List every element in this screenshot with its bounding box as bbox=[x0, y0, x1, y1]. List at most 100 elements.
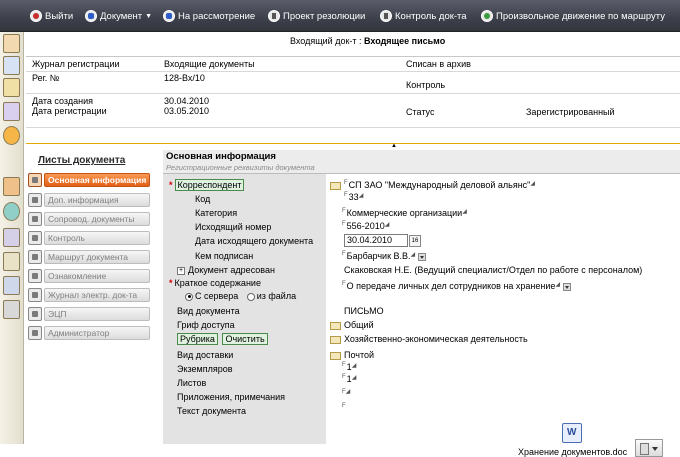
summary-field[interactable]: FО передаче личных дел сотрудников на хр… bbox=[342, 281, 572, 291]
radio-from-server-label: С сервера bbox=[195, 291, 239, 301]
mail-module-icon[interactable] bbox=[3, 177, 20, 196]
word-document-icon[interactable] bbox=[562, 423, 582, 443]
radio-checked-icon bbox=[185, 292, 193, 301]
journal-value: Входящие документы bbox=[164, 59, 255, 69]
control-icon bbox=[380, 10, 392, 22]
correspondent-label[interactable]: * Корреспондент bbox=[169, 179, 245, 191]
category-field[interactable]: FКоммерческие организации◢ bbox=[342, 208, 468, 218]
code-field[interactable]: F33◢ bbox=[344, 192, 364, 202]
out-date-label: Дата исходящего документа bbox=[195, 236, 314, 246]
sheet-tab-e-log[interactable]: Журнал электр. док-та bbox=[28, 287, 156, 302]
sheet-tab-admin[interactable]: Администратор bbox=[28, 325, 156, 340]
out-date-field[interactable]: 30.04.2010 16 bbox=[344, 234, 421, 247]
module-icon-strip bbox=[0, 32, 24, 444]
registered-value: 03.05.2010 bbox=[164, 106, 210, 116]
sheet-tab-label: Сопровод. документы bbox=[44, 211, 150, 226]
addressed-label-text: Документ адресован bbox=[188, 265, 275, 275]
category-value: Коммерческие организации bbox=[346, 208, 463, 218]
radio-from-file[interactable]: из файла bbox=[246, 291, 296, 301]
document-title-prefix: Входящий док-т : bbox=[290, 36, 362, 46]
signature-icon bbox=[28, 306, 42, 321]
signed-field[interactable]: FБарбарчик В.В.◢ bbox=[342, 251, 427, 261]
rubric-field[interactable]: Хозяйственно-экономическая деятельность bbox=[330, 334, 528, 344]
review-icon bbox=[163, 10, 175, 22]
acquaintance-icon bbox=[28, 268, 42, 283]
exit-label: Выйти bbox=[45, 10, 74, 22]
copies-field[interactable]: F1◢ bbox=[342, 362, 357, 372]
sheet-tab-label: Журнал электр. док-та bbox=[44, 287, 150, 302]
access-field[interactable]: Общий bbox=[330, 320, 374, 330]
attached-docs-icon bbox=[28, 211, 42, 226]
main-info-icon bbox=[28, 172, 42, 187]
dropdown-icon[interactable] bbox=[563, 282, 572, 291]
reports-module-icon[interactable] bbox=[3, 126, 20, 145]
route-label: Произвольное движение по маршруту bbox=[496, 10, 665, 22]
attachment-menu-button[interactable] bbox=[635, 439, 663, 457]
exit-button[interactable]: Выйти bbox=[30, 8, 73, 24]
document-title-value: Входящее письмо bbox=[364, 36, 446, 46]
clear-rubric-button[interactable]: Очистить bbox=[222, 333, 268, 345]
sheet-tab-route[interactable]: Маршрут документа bbox=[28, 249, 156, 264]
addressed-label[interactable]: + Документ адресован bbox=[177, 265, 275, 275]
review-button[interactable]: На рассмотрение bbox=[163, 8, 255, 24]
radio-unchecked-icon bbox=[246, 292, 255, 301]
delivery-value: Почтой bbox=[344, 350, 375, 360]
text-field[interactable]: F bbox=[342, 403, 347, 413]
contacts-module-icon[interactable] bbox=[3, 228, 20, 247]
folder-icon bbox=[330, 351, 341, 360]
sheet-tab-label: Основная информация bbox=[44, 172, 150, 187]
sheet-tab-attached-docs[interactable]: Сопровод. документы bbox=[28, 211, 156, 226]
summary-label-text: Краткое содержание bbox=[174, 278, 261, 288]
documents-module-icon[interactable] bbox=[3, 56, 20, 75]
route-button[interactable]: Произвольное движение по маршруту bbox=[481, 8, 665, 24]
calendar-icon[interactable]: 16 bbox=[409, 234, 421, 247]
status-label: Статус bbox=[406, 107, 435, 117]
source-radio-group: С сервера из файла bbox=[185, 291, 296, 301]
section-divider bbox=[26, 143, 680, 144]
signed-label: Кем подписан bbox=[195, 251, 254, 261]
correspondent-field[interactable]: FСП ЗАО "Международный деловой альянс"◢ bbox=[330, 180, 536, 190]
summary-value: О передаче личных дел сотрудников на хра… bbox=[346, 281, 556, 291]
panel-header: Основная информация Регистрационные рекв… bbox=[163, 150, 680, 174]
radio-from-server[interactable]: С сервера bbox=[185, 291, 238, 301]
document-menu-button[interactable]: Документ ▼ bbox=[85, 8, 152, 24]
sheet-tab-label: Контроль bbox=[44, 230, 150, 245]
sheets-field[interactable]: F1◢ bbox=[342, 374, 357, 384]
doctype-label: Вид документа bbox=[177, 306, 240, 316]
folder-module-icon[interactable] bbox=[3, 252, 20, 271]
journal-label: Журнал регистрации bbox=[32, 59, 120, 69]
network-module-icon[interactable] bbox=[3, 276, 20, 295]
sheet-tab-main-info[interactable]: Основная информация bbox=[28, 172, 156, 187]
rubric-value: Хозяйственно-экономическая деятельность bbox=[344, 334, 528, 344]
out-number-field[interactable]: F556-2010◢ bbox=[342, 221, 390, 231]
attachments-field[interactable]: F◢ bbox=[342, 388, 351, 398]
sheet-tab-acquaintance[interactable]: Ознакомление bbox=[28, 268, 156, 283]
archive-module-icon[interactable] bbox=[3, 102, 20, 121]
field-values-column: FСП ЗАО "Международный деловой альянс"◢ … bbox=[326, 174, 680, 457]
sheets-label: Листов bbox=[177, 378, 207, 388]
tasks-module-icon[interactable] bbox=[3, 78, 20, 97]
settings-module-icon[interactable] bbox=[3, 300, 20, 319]
sheet-tab-control[interactable]: Контроль bbox=[28, 230, 156, 245]
collapse-arrow-icon[interactable]: ▲ bbox=[391, 143, 397, 149]
sheet-tab-label: Маршрут документа bbox=[44, 249, 150, 264]
text-label: Текст документа bbox=[177, 406, 247, 416]
chat-module-icon[interactable] bbox=[3, 202, 20, 221]
control-button[interactable]: Контроль док-та bbox=[380, 8, 467, 24]
out-date-input[interactable]: 30.04.2010 bbox=[344, 234, 408, 247]
dropdown-icon[interactable] bbox=[418, 252, 427, 261]
rubric-button[interactable]: Рубрика bbox=[177, 333, 218, 345]
calendar-module-icon[interactable] bbox=[3, 34, 20, 53]
category-label: Категория bbox=[195, 208, 238, 218]
control-sheet-icon bbox=[28, 230, 42, 245]
sheet-tab-extra-info[interactable]: Доп. информация bbox=[28, 192, 156, 207]
sheet-tab-signature[interactable]: ЭЦП bbox=[28, 306, 156, 321]
panel-subtitle: Регистрационные реквизиты документа bbox=[166, 163, 315, 172]
draft-resolution-button[interactable]: Проект резолюции bbox=[268, 8, 365, 24]
rubric-row: Рубрика Очистить bbox=[177, 333, 268, 345]
header-row-dates: Дата создания 30.04.2010 Дата регистраци… bbox=[26, 94, 680, 128]
draft-resolution-label: Проект резолюции bbox=[283, 10, 366, 22]
delivery-field[interactable]: Почтой bbox=[330, 350, 374, 360]
attached-file-name[interactable]: Хранение документов.doc bbox=[518, 447, 627, 457]
document-icon bbox=[85, 10, 97, 22]
